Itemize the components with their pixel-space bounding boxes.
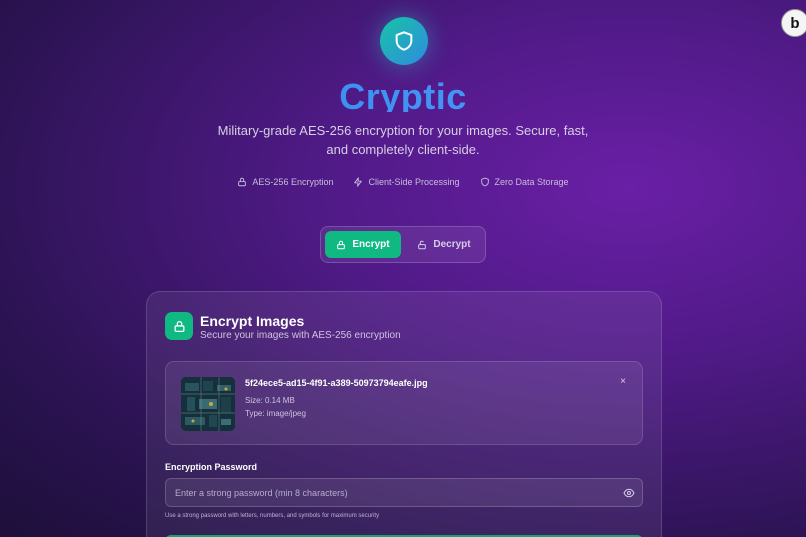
file-thumbnail [181,377,235,431]
file-size: Size: 0.14 MB [245,396,295,405]
shield-icon [480,177,489,187]
feature-label: Client-Side Processing [368,177,460,187]
selected-file: 5f24ece5-ad15-4f91-a389-50973794eafe.jpg… [165,361,643,445]
card-title: Encrypt Images [200,313,305,329]
lock-icon [238,177,247,187]
card-subtitle: Secure your images with AES-256 encrypti… [200,330,401,341]
remove-file-button[interactable]: × [617,376,629,388]
encrypt-tab[interactable]: Encrypt [325,231,401,258]
lock-icon [174,320,184,332]
card-lock-badge [165,312,193,340]
lock-icon [337,240,346,249]
encrypt-card: Encrypt Images Secure your images with A… [146,291,662,537]
password-label: Encryption Password [165,462,258,472]
brand-title: Cryptic [0,76,806,112]
encrypt-tab-label: Encrypt [352,239,390,250]
eye-icon[interactable] [623,487,635,499]
file-type: Type: image/jpeg [245,409,306,418]
feature-list: AES-256 Encryption Client-Side Processin… [0,177,806,187]
feature-client-side: Client-Side Processing [353,177,460,187]
feature-label: Zero Data Storage [494,177,569,187]
password-field [165,478,643,507]
decrypt-tab-label: Decrypt [433,239,471,250]
feature-aes: AES-256 Encryption [237,177,333,187]
logo-badge [380,17,428,65]
lightning-icon [354,177,363,187]
corner-badge[interactable]: b [781,9,806,37]
password-hint: Use a strong password with letters, numb… [165,513,380,519]
feature-zero-storage: Zero Data Storage [480,177,569,187]
mode-toggle: Encrypt Decrypt [320,226,486,263]
decrypt-tab[interactable]: Decrypt [407,231,481,258]
circuit-thumbnail-image [181,377,235,431]
file-name: 5f24ece5-ad15-4f91-a389-50973794eafe.jpg [245,378,428,388]
unlock-icon [418,240,427,249]
password-input[interactable] [166,479,606,506]
feature-label: AES-256 Encryption [252,177,334,187]
tagline: Military-grade AES-256 encryption for yo… [217,123,589,157]
shield-icon [395,31,413,51]
